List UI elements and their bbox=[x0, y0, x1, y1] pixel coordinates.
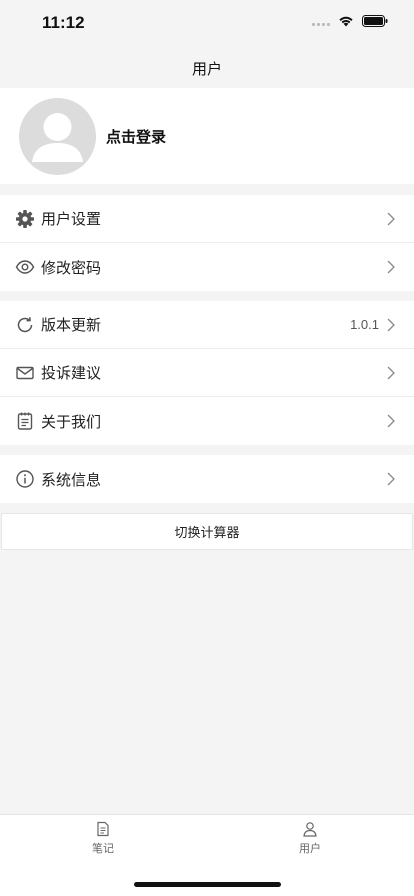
chevron-right-icon bbox=[387, 414, 395, 428]
page-title: 用户 bbox=[191, 59, 222, 78]
status-icons bbox=[312, 15, 388, 27]
system-group: 系统信息 bbox=[0, 455, 414, 503]
tab-label: 笔记 bbox=[92, 842, 114, 855]
document-icon bbox=[97, 821, 109, 837]
eye-icon bbox=[15, 257, 35, 277]
menu-item-feedback[interactable]: 投诉建议 bbox=[0, 349, 414, 397]
profile-header[interactable]: 点击登录 bbox=[0, 88, 414, 184]
login-link[interactable]: 点击登录 bbox=[106, 126, 166, 147]
settings-group: 用户设置 修改密码 bbox=[0, 195, 414, 291]
chevron-right-icon bbox=[387, 260, 395, 274]
menu-item-version-update[interactable]: 版本更新 1.0.1 bbox=[0, 301, 414, 349]
navigation-bar: 用户 bbox=[0, 48, 414, 88]
tab-notes[interactable]: 笔记 bbox=[63, 821, 143, 856]
menu-item-label: 投诉建议 bbox=[41, 364, 102, 382]
info-icon bbox=[15, 469, 35, 489]
gear-icon bbox=[15, 209, 35, 229]
avatar[interactable] bbox=[19, 97, 96, 175]
notepad-icon bbox=[15, 411, 35, 431]
version-number: 1.0.1 bbox=[350, 317, 379, 332]
menu-item-label: 关于我们 bbox=[41, 412, 102, 431]
chevron-right-icon bbox=[387, 472, 395, 486]
refresh-icon bbox=[15, 315, 35, 335]
menu-item-user-settings[interactable]: 用户设置 bbox=[0, 195, 414, 243]
status-bar: 11:12 bbox=[0, 0, 414, 48]
wifi-icon bbox=[339, 16, 353, 27]
signal-icon bbox=[312, 16, 330, 26]
chevron-right-icon bbox=[387, 366, 395, 379]
menu-item-system-info[interactable]: 系统信息 bbox=[0, 455, 414, 503]
default-avatar-icon bbox=[32, 112, 83, 162]
status-time: 11:12 bbox=[42, 13, 85, 32]
chevron-right-icon bbox=[387, 212, 395, 225]
menu-item-label: 版本更新 bbox=[41, 316, 102, 334]
menu-item-label: 修改密码 bbox=[41, 258, 102, 277]
tab-user[interactable]: 用户 bbox=[270, 821, 350, 856]
battery-icon bbox=[362, 15, 388, 27]
menu-item-label: 用户设置 bbox=[41, 210, 102, 228]
chevron-right-icon bbox=[387, 318, 395, 331]
switch-calculator-button[interactable]: 切换计算器 bbox=[1, 513, 413, 550]
user-icon bbox=[303, 822, 317, 837]
menu-item-label: 系统信息 bbox=[41, 470, 102, 489]
menu-item-change-password[interactable]: 修改密码 bbox=[0, 243, 414, 291]
home-indicator bbox=[134, 882, 281, 887]
menu-item-about-us[interactable]: 关于我们 bbox=[0, 397, 414, 445]
mail-icon bbox=[15, 363, 35, 383]
tab-label: 用户 bbox=[299, 842, 321, 855]
app-info-group: 版本更新 1.0.1 投诉建议 关于我们 bbox=[0, 301, 414, 445]
